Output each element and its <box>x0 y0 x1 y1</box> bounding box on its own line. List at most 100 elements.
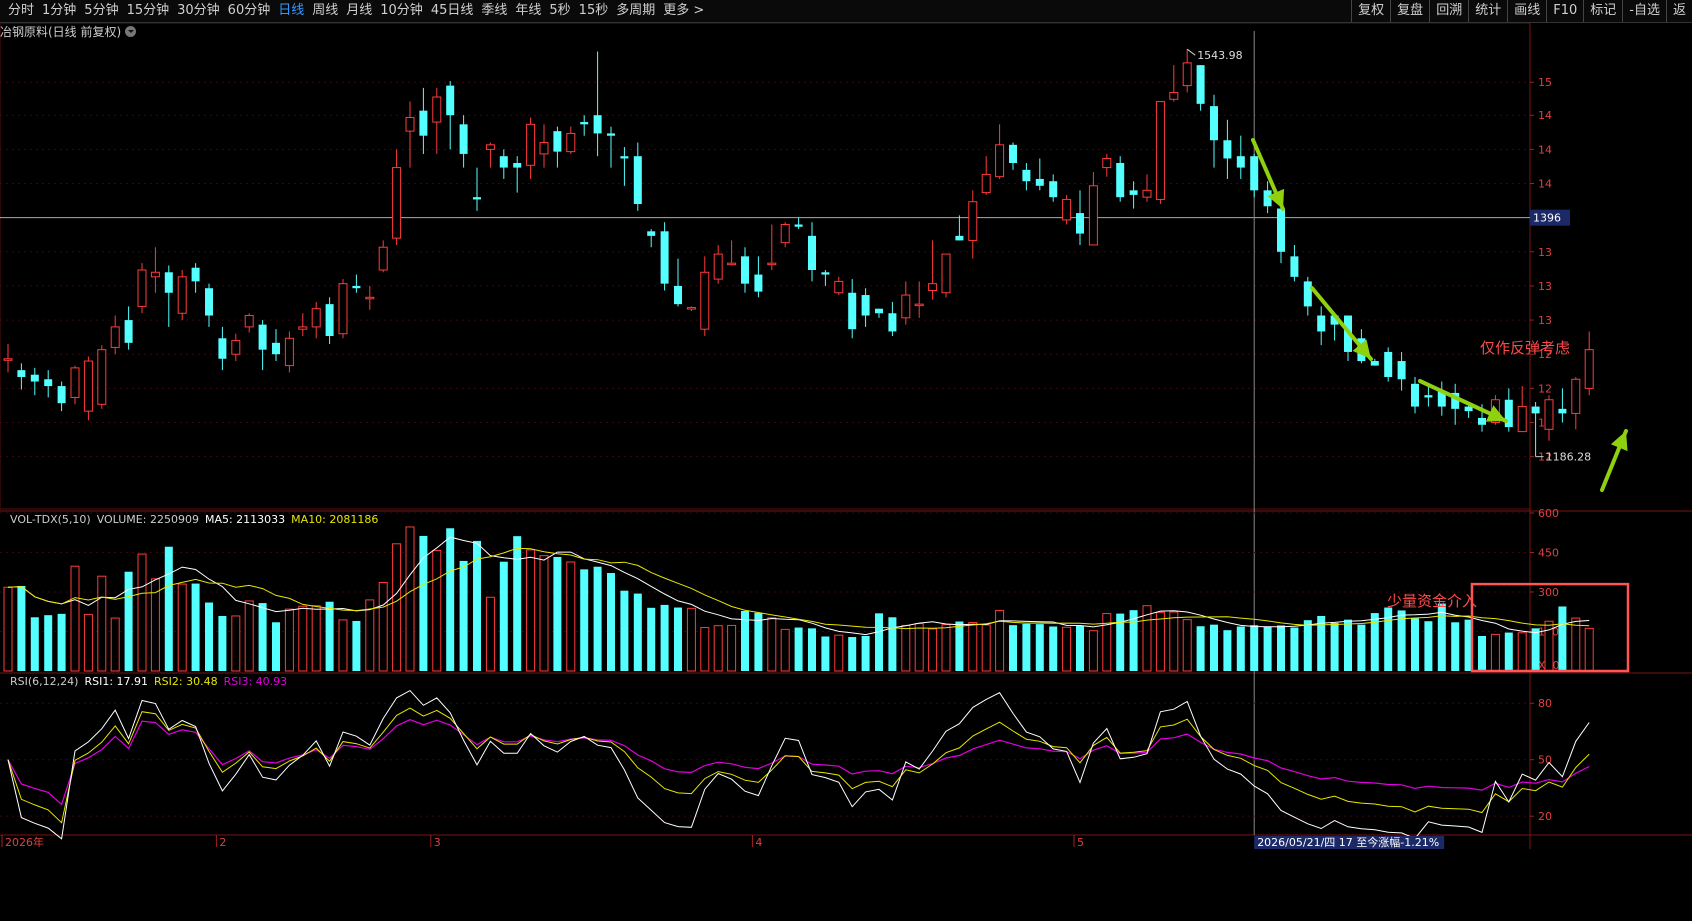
tab-13[interactable]: 5秒 <box>545 0 574 22</box>
tab-5[interactable]: 60分钟 <box>224 0 275 22</box>
volume-bar <box>30 617 39 671</box>
tab-2[interactable]: 5分钟 <box>80 0 122 22</box>
volume-bar <box>1049 626 1058 671</box>
candle-body <box>727 262 737 266</box>
candle-body <box>1076 213 1084 234</box>
volume-bar <box>674 607 682 671</box>
toolbar-button-2[interactable]: 回溯 <box>1429 0 1468 22</box>
candle-body <box>272 342 280 355</box>
tab-3[interactable]: 15分钟 <box>123 0 174 22</box>
candle-body <box>1397 361 1406 380</box>
price-tick-label: 13 <box>1538 280 1552 293</box>
candle-body <box>861 295 870 316</box>
volume-bar <box>513 536 522 671</box>
candle-body <box>97 349 107 405</box>
volume-bar <box>566 561 576 672</box>
volume-bar <box>686 607 696 672</box>
candle-body <box>1116 163 1125 198</box>
volume-bar <box>580 569 589 671</box>
tab-12[interactable]: 年线 <box>511 0 545 22</box>
tab-9[interactable]: 10分钟 <box>376 0 427 22</box>
tab-4[interactable]: 30分钟 <box>173 0 224 22</box>
candle-body <box>539 142 549 155</box>
candle-body <box>526 123 536 166</box>
candle-body <box>713 253 723 280</box>
toolbar-button-4[interactable]: 画线 <box>1507 0 1546 22</box>
candle-body <box>205 288 213 316</box>
volume-bar <box>1531 628 1540 671</box>
candle-body <box>352 285 361 289</box>
toolbar-button-3[interactable]: 统计 <box>1468 0 1507 22</box>
volume-bar <box>1088 630 1098 672</box>
volume-bar <box>365 599 375 672</box>
volume-bar <box>17 585 26 671</box>
candle-body <box>700 271 710 330</box>
volume-bar <box>1437 603 1446 671</box>
candle-body <box>1102 157 1112 169</box>
candle-body <box>57 386 66 404</box>
candle-body <box>674 285 682 305</box>
candle-body <box>17 370 26 377</box>
volume-bar <box>834 634 844 672</box>
volume-bar <box>1303 620 1312 671</box>
volume-bar <box>1584 627 1594 672</box>
x-axis-label: 3 <box>434 836 441 849</box>
volume-bar <box>352 620 361 671</box>
volume-bar <box>1290 627 1299 671</box>
tab-15[interactable]: 多周期 <box>612 0 659 22</box>
rsi-header-item: RSI3: 40.93 <box>224 675 288 688</box>
toolbar-button-6[interactable]: 标记 <box>1583 0 1622 22</box>
candle-body <box>633 156 642 204</box>
candle-body <box>1236 156 1245 168</box>
candle-body <box>1384 351 1393 377</box>
candle-body <box>607 133 615 136</box>
tab-10[interactable]: 45日线 <box>427 0 478 22</box>
toolbar-button-7[interactable]: -自选 <box>1622 0 1666 22</box>
toolbar-button-0[interactable]: 复权 <box>1351 0 1390 22</box>
candle-body <box>1223 140 1232 159</box>
candle-body <box>1424 395 1433 398</box>
tab-0[interactable]: 分时 <box>4 0 38 22</box>
candle-body <box>593 115 602 134</box>
volume-bar <box>231 615 241 672</box>
volume-bar <box>1451 622 1460 671</box>
toolbar-button-8[interactable]: 返 <box>1665 0 1692 22</box>
volume-bar <box>1424 621 1433 671</box>
candle-body <box>834 280 844 294</box>
volume-bar <box>258 603 267 671</box>
candle-body <box>1035 178 1044 186</box>
tab-6[interactable]: 日线 <box>274 0 308 22</box>
x-axis-label: 2 <box>219 836 226 849</box>
tab-11[interactable]: 季线 <box>477 0 511 22</box>
volume-bar <box>137 553 147 672</box>
tab-1[interactable]: 1分钟 <box>38 0 80 22</box>
stock-chart[interactable]: 15141414131313131212121213961543.981186.… <box>0 23 1692 921</box>
volume-header-item: MA10: 2081186 <box>291 513 378 526</box>
volume-bar <box>485 596 495 672</box>
rsi-header-item: RSI2: 30.48 <box>154 675 218 688</box>
candle-body <box>1196 65 1205 104</box>
rebound-annotation: 仅作反弹考虑 <box>1480 339 1570 357</box>
volume-bar <box>1182 619 1192 672</box>
candle-body <box>1558 408 1567 414</box>
tab-7[interactable]: 周线 <box>308 0 342 22</box>
volume-bar <box>794 627 803 671</box>
volume-bar <box>1169 611 1179 672</box>
price-tick-label: 14 <box>1538 109 1552 122</box>
volume-bar <box>660 604 669 671</box>
period-tabs: 分时 1分钟 5分钟 15分钟 30分钟 60分钟 日线 周线 月线 10分钟 45日线 季线 年线 5秒… <box>4 0 708 22</box>
volume-bar <box>338 619 348 672</box>
tab-16[interactable]: 更多 > <box>659 0 708 22</box>
toolbar-button-1[interactable]: 复盘 <box>1390 0 1429 22</box>
volume-bar <box>1035 624 1044 671</box>
volume-bar <box>754 612 763 671</box>
volume-bar <box>1022 623 1031 671</box>
toolbar-button-5[interactable]: F10 <box>1546 0 1583 22</box>
volume-bar <box>1558 606 1567 671</box>
volume-bar <box>110 617 120 672</box>
rsi-header-item: RSI(6,12,24) <box>10 675 78 688</box>
tab-14[interactable]: 15秒 <box>575 0 613 22</box>
tab-8[interactable]: 月线 <box>342 0 376 22</box>
candle-body <box>3 358 13 361</box>
candle-body <box>1022 169 1031 182</box>
